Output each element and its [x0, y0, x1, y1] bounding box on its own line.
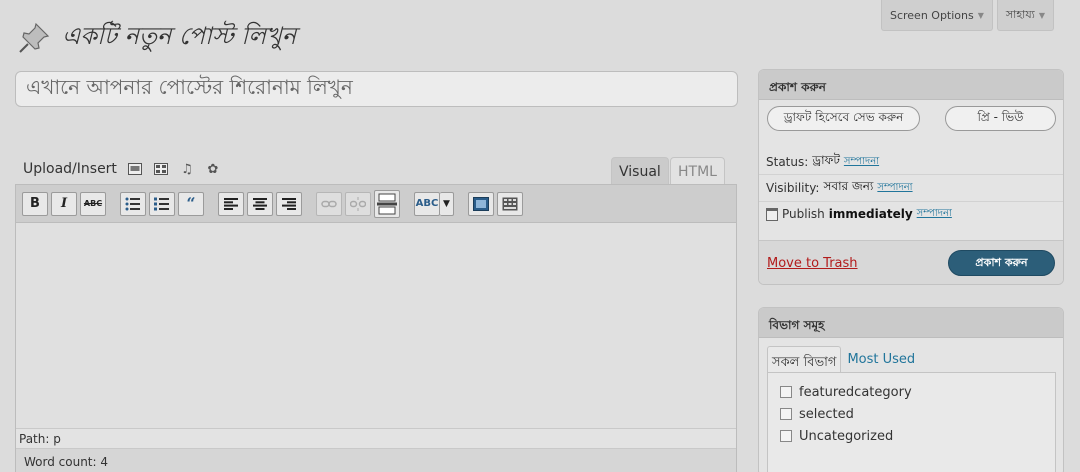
upload-insert-label: Upload/Insert: [23, 161, 117, 177]
tab-most-used[interactable]: Most Used: [841, 346, 919, 373]
post-title-placeholder: এখানে আপনার পোস্টের শিরোনাম লিখুন: [26, 74, 353, 99]
publish-time-row: Publish immediately সম্পাদনা: [759, 202, 1063, 226]
image-icon[interactable]: [127, 161, 143, 177]
preview-button[interactable]: প্রি - ভিউ: [945, 106, 1056, 131]
publish-time-label: Publish: [782, 207, 825, 221]
status-edit-link[interactable]: সম্পাদনা: [844, 154, 879, 171]
category-checkbox[interactable]: [780, 386, 792, 398]
category-label: selected: [799, 406, 854, 422]
chevron-down-icon: ▼: [1038, 11, 1045, 20]
bullet-list-icon: [125, 197, 140, 210]
editor-content-area[interactable]: [16, 223, 736, 428]
insert-link-button[interactable]: [316, 191, 342, 216]
categories-list: featuredcategory selected Uncategorized: [767, 372, 1056, 472]
list-item[interactable]: Uncategorized: [780, 425, 1043, 447]
fullscreen-button[interactable]: [468, 191, 494, 216]
kitchen-sink-icon: [502, 197, 518, 210]
align-left-button[interactable]: [218, 191, 244, 216]
category-checkbox[interactable]: [780, 430, 792, 442]
audio-icon[interactable]: ♫: [179, 161, 195, 177]
strikethrough-button[interactable]: ABC: [80, 191, 106, 216]
list-item[interactable]: featuredcategory: [780, 381, 1043, 403]
list-item[interactable]: selected: [780, 403, 1043, 425]
align-right-icon: [282, 197, 296, 210]
calendar-icon: [766, 207, 778, 221]
video-icon[interactable]: [153, 161, 169, 177]
post-editor: B I ABC “ ABC ▼ Path: p Word count: 4: [15, 184, 737, 472]
categories-box-title: বিভাগ সমূহ: [759, 308, 1063, 338]
category-checkbox[interactable]: [780, 408, 792, 420]
post-title-input[interactable]: এখানে আপনার পোস্টের শিরোনাম লিখুন: [15, 71, 738, 107]
upload-insert-bar: Upload/Insert ♫ ✿: [23, 161, 221, 177]
publish-actions-top: ড্রাফট হিসেবে সেভ করুন প্রি - ভিউ: [767, 106, 1056, 132]
screen-options-tab[interactable]: Screen Options ▼: [880, 0, 993, 31]
categories-tabs: সকল বিভাগ Most Used: [767, 346, 919, 373]
insert-more-button[interactable]: [374, 189, 400, 218]
publish-time-value: immediately: [828, 207, 913, 221]
categories-box: বিভাগ সমূহ সকল বিভাগ Most Used featuredc…: [758, 307, 1064, 472]
spellcheck-dropdown[interactable]: ▼: [440, 191, 454, 216]
visibility-value: সবার জন্য: [823, 179, 874, 193]
spellcheck-button[interactable]: ABC: [414, 191, 440, 216]
visibility-label: Visibility:: [766, 181, 820, 195]
screen-options-label: Screen Options: [889, 9, 974, 22]
status-label: Status:: [766, 155, 809, 169]
visibility-edit-link[interactable]: সম্পাদনা: [877, 180, 912, 197]
chevron-down-icon: ▼: [977, 11, 984, 20]
bold-button[interactable]: B: [22, 191, 48, 216]
publish-button[interactable]: প্রকাশ করুন: [948, 250, 1055, 276]
link-icon: [321, 200, 337, 207]
tab-visual[interactable]: Visual: [611, 157, 669, 185]
status-value: ড্রাফট: [812, 153, 840, 167]
help-tab[interactable]: সাহায্য ▼: [996, 0, 1054, 31]
tab-all-categories[interactable]: সকল বিভাগ: [767, 346, 842, 373]
italic-button[interactable]: I: [51, 191, 77, 216]
status-row: Status: ড্রাফট সম্পাদনা: [759, 150, 1063, 175]
fullscreen-icon: [473, 196, 489, 211]
page-heading: একটি নতুন পোস্ট লিখুন: [16, 18, 296, 58]
media-icon[interactable]: ✿: [205, 161, 221, 177]
publish-box-title: প্রকাশ করুন: [759, 70, 1063, 100]
editor-toolbar: B I ABC “ ABC ▼: [16, 185, 736, 223]
numbered-list-icon: [154, 197, 169, 210]
word-count: Word count: 4: [16, 448, 736, 472]
publish-time-edit-link[interactable]: সম্পাদনা: [917, 206, 952, 223]
preview-label: প্রি - ভিউ: [977, 109, 1024, 124]
kitchen-sink-button[interactable]: [497, 191, 523, 216]
page-title: একটি নতুন পোস্ট লিখুন: [62, 22, 297, 50]
align-center-icon: [253, 197, 267, 210]
category-label: featuredcategory: [799, 384, 912, 400]
align-center-button[interactable]: [247, 191, 273, 216]
move-to-trash-link[interactable]: Move to Trash: [767, 256, 858, 271]
blockquote-button[interactable]: “: [178, 191, 204, 216]
publish-box: প্রকাশ করুন ড্রাফট হিসেবে সেভ করুন প্রি …: [758, 69, 1064, 285]
publish-button-label: প্রকাশ করুন: [975, 255, 1028, 269]
visibility-row: Visibility: সবার জন্য সম্পাদনা: [759, 175, 1063, 202]
help-label: সাহায্য: [1005, 8, 1035, 21]
bullet-list-button[interactable]: [120, 191, 146, 216]
tab-html-label: HTML: [678, 163, 717, 180]
publish-actions-bottom: Move to Trash প্রকাশ করুন: [759, 240, 1063, 284]
unlink-button[interactable]: [345, 191, 371, 216]
numbered-list-button[interactable]: [149, 191, 175, 216]
screen-meta-tabs: Screen Options ▼ সাহায্য ▼: [880, 0, 1054, 31]
tab-visual-label: Visual: [619, 163, 661, 180]
align-right-button[interactable]: [276, 191, 302, 216]
editor-path: Path: p: [16, 428, 736, 448]
category-label: Uncategorized: [799, 428, 894, 444]
save-draft-label: ড্রাফট হিসেবে সেভ করুন: [783, 109, 904, 124]
unlink-icon: [350, 196, 366, 211]
align-left-icon: [224, 197, 238, 210]
tab-html[interactable]: HTML: [670, 157, 725, 185]
pushpin-icon: [19, 22, 50, 53]
more-tag-icon: [377, 193, 397, 214]
save-draft-button[interactable]: ড্রাফট হিসেবে সেভ করুন: [767, 106, 920, 131]
